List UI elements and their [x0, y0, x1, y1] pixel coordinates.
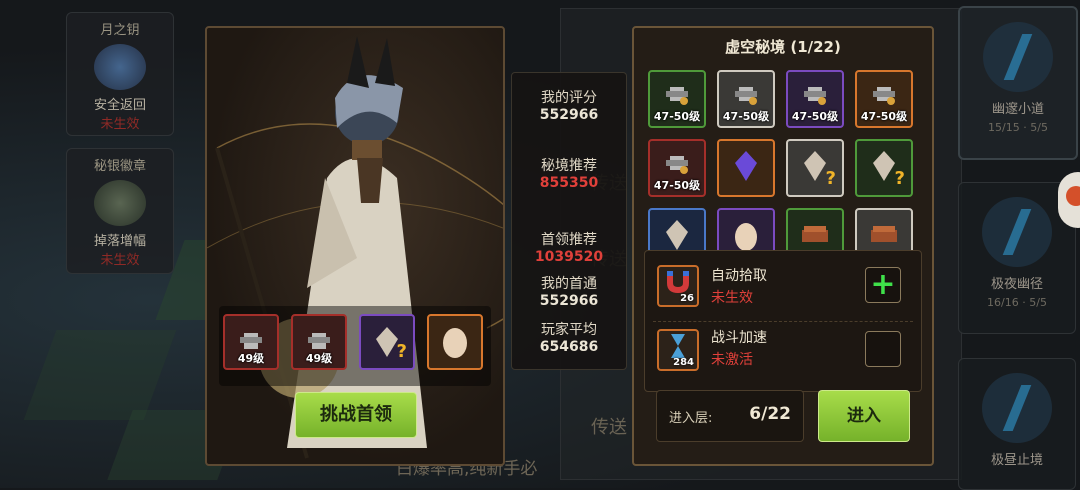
- wood-icon: [798, 220, 832, 254]
- reward-item-4[interactable]: 47-50级: [855, 70, 913, 128]
- challenge-boss-button[interactable]: 挑战首领: [295, 392, 417, 438]
- badge-icon: [94, 180, 146, 226]
- card-title: 月之钥: [100, 23, 140, 38]
- dungeon-name: 幽邃小道: [991, 102, 1044, 117]
- avg-label: 玩家平均: [541, 322, 597, 338]
- battle-speed-status: 未激活: [711, 352, 753, 368]
- boss-rec-label: 首领推荐: [541, 232, 597, 248]
- crystal-icon: [732, 149, 760, 187]
- magnet-icon: 26: [657, 265, 699, 307]
- loot-item-3[interactable]: ?: [359, 314, 415, 370]
- loot-item-4[interactable]: [427, 314, 483, 370]
- auto-pickup-label: 自动拾取: [711, 268, 767, 284]
- boss-loot-list: 49级 49级 ?: [219, 306, 491, 386]
- avg-value: 654686: [539, 339, 599, 355]
- card-status: 未生效: [100, 117, 140, 132]
- reward-item-7[interactable]: ?: [786, 139, 844, 197]
- wood-icon: [867, 220, 901, 254]
- dungeon-card-1[interactable]: 幽邃小道 15/15 · 5/5: [958, 6, 1078, 160]
- loot-item-1[interactable]: 49级: [223, 314, 279, 370]
- reward-item-2[interactable]: 47-50级: [717, 70, 775, 128]
- card-name: 安全返回: [93, 98, 146, 113]
- moon-key-icon: [94, 44, 146, 90]
- dungeon-emblem-icon: [983, 22, 1053, 92]
- side-float-button[interactable]: [1058, 172, 1080, 228]
- floor-label: 进入层:: [669, 411, 713, 426]
- reward-item-6[interactable]: [717, 139, 775, 197]
- floor-selector[interactable]: 进入层: 6/22: [656, 390, 804, 442]
- my-first-value: 552966: [539, 293, 599, 309]
- dungeon-title: 虚空秘境 (1/22): [725, 38, 841, 56]
- loot-item-2[interactable]: 49级: [291, 314, 347, 370]
- realm-rec-value: 855350: [539, 175, 599, 191]
- dungeon-emblem-icon: [982, 197, 1052, 267]
- auto-pickup-status: 未生效: [711, 290, 753, 306]
- my-rating-label: 我的评分: [541, 90, 597, 106]
- score-panel: 我的评分 552966 秘境推荐 855350 首领推荐 1039520 我的首…: [511, 72, 627, 370]
- reward-item-3[interactable]: 47-50级: [786, 70, 844, 128]
- dungeon-panel: 虚空秘境 (1/22) 47-50级 47-50级 47-50级 47-50级 47-5…: [632, 26, 934, 466]
- moon-key-card[interactable]: 月之钥 安全返回 未生效: [66, 12, 174, 136]
- dungeon-emblem-icon: [982, 373, 1052, 443]
- dungeon-card-3[interactable]: 极昼止境: [958, 358, 1076, 490]
- hourglass-icon: 284: [657, 329, 699, 371]
- reward-item-1[interactable]: 47-50级: [648, 70, 706, 128]
- egg-icon: [443, 328, 467, 358]
- card-title: 秘银徽章: [93, 159, 146, 174]
- my-rating-value: 552966: [539, 107, 599, 123]
- battle-speed-checkbox[interactable]: [865, 331, 901, 367]
- plus-icon: +: [870, 267, 896, 302]
- reward-grid: 47-50级 47-50级 47-50级 47-50级 47-50级??: [648, 70, 918, 262]
- reward-item-8[interactable]: ?: [855, 139, 913, 197]
- option-panel: 26 自动拾取 未生效 + 284 战斗加速 未激活: [644, 250, 922, 392]
- dungeon-list: 幽邃小道 15/15 · 5/5 极夜幽径 16/16 · 5/5 极昼止境: [958, 6, 1078, 490]
- card-name: 掉落增幅: [93, 234, 146, 249]
- dungeon-name: 极昼止境: [990, 453, 1043, 468]
- boss-rec-value: 1039520: [534, 249, 604, 265]
- auto-pickup-add-button[interactable]: +: [865, 267, 901, 303]
- mithril-badge-card[interactable]: 秘银徽章 掉落增幅 未生效: [66, 148, 174, 274]
- battle-speed-label: 战斗加速: [711, 330, 767, 346]
- card-status: 未生效: [100, 253, 140, 268]
- reward-item-5[interactable]: 47-50级: [648, 139, 706, 197]
- my-first-label: 我的首通: [541, 276, 597, 292]
- dungeon-name: 极夜幽径: [990, 277, 1043, 292]
- boss-panel: 49级 49级 ? 挑战首领: [205, 26, 505, 466]
- enter-button[interactable]: 进入: [818, 390, 910, 442]
- floor-value: 6/22: [749, 404, 791, 424]
- realm-rec-label: 秘境推荐: [541, 158, 597, 174]
